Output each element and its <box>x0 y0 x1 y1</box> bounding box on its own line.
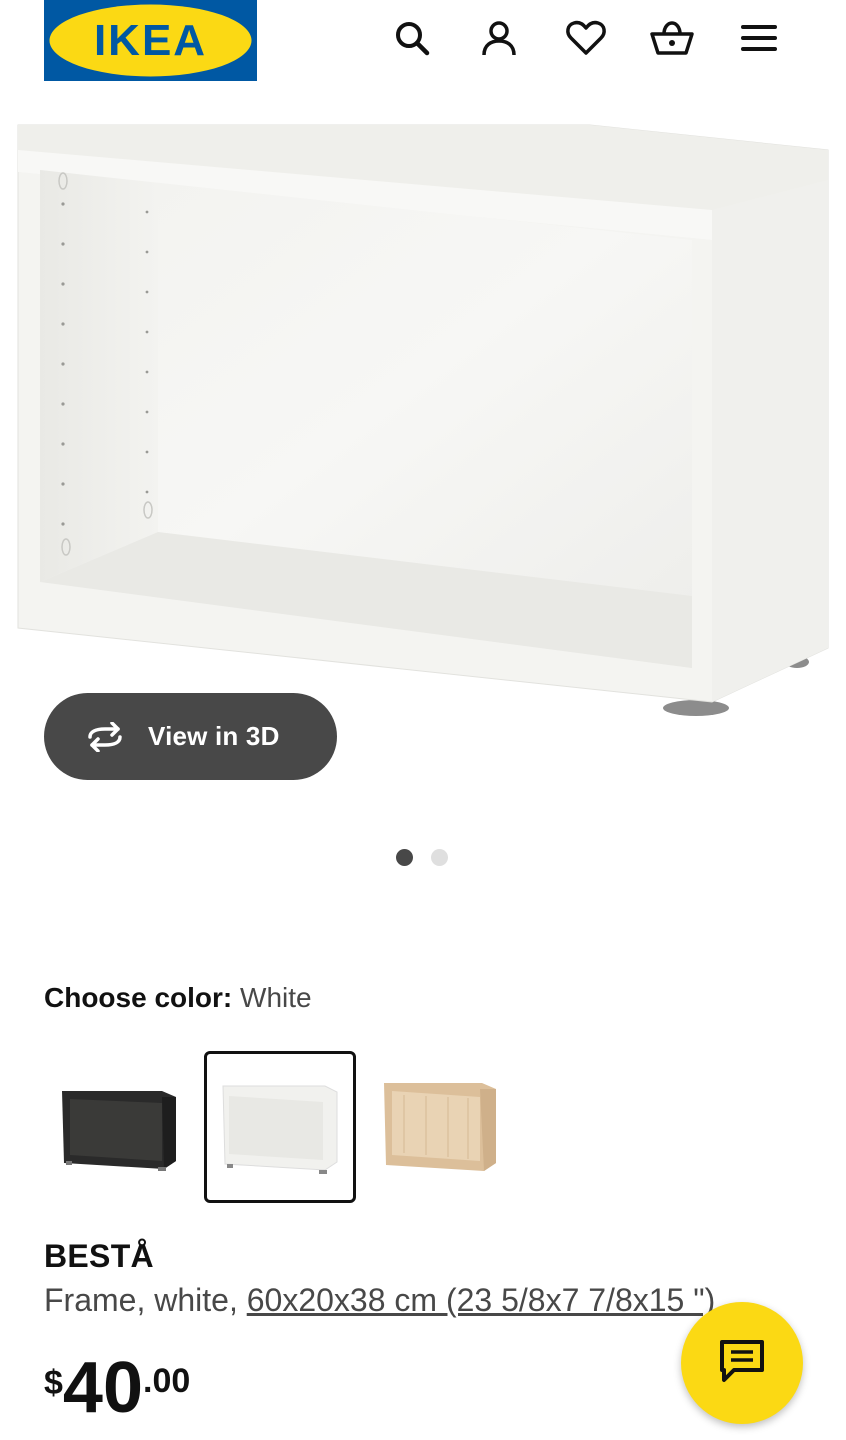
carousel-indicator <box>396 849 448 866</box>
choose-color-label: Choose color: <box>44 982 233 1013</box>
price-integer: 40 <box>62 1348 144 1428</box>
svg-text:IKEA: IKEA <box>94 16 207 65</box>
heart-icon[interactable] <box>562 14 610 62</box>
selected-color-value: White <box>240 982 312 1013</box>
product-dimensions-link[interactable]: 60x20x38 cm (23 5/8x7 7/8x15 ") <box>247 1282 716 1318</box>
menu-icon[interactable] <box>735 14 783 62</box>
chat-icon <box>718 1338 766 1389</box>
search-icon[interactable] <box>388 14 436 62</box>
color-option-white[interactable] <box>204 1051 356 1203</box>
product-type: Frame, white, <box>44 1282 247 1318</box>
carousel-dot-2[interactable] <box>431 849 448 866</box>
product-price: $ 40 .00 <box>44 1352 190 1424</box>
color-option-white-stained-oak[interactable] <box>364 1051 516 1203</box>
cart-icon[interactable] <box>648 14 696 62</box>
header: IKEA <box>0 0 846 96</box>
ikea-logo[interactable]: IKEA <box>44 0 257 81</box>
view-in-3d-label: View in 3D <box>148 721 280 751</box>
chat-button[interactable] <box>681 1302 803 1424</box>
price-decimal: .00 <box>143 1362 191 1400</box>
account-icon[interactable] <box>475 14 523 62</box>
product-description: Frame, white, 60x20x38 cm (23 5/8x7 7/8x… <box>44 1282 715 1319</box>
rotate-3d-icon <box>82 721 128 752</box>
color-option-black-brown[interactable] <box>44 1051 196 1203</box>
carousel-dot-1[interactable] <box>396 849 413 866</box>
price-currency: $ <box>44 1364 63 1402</box>
view-in-3d-button[interactable]: View in 3D <box>44 693 337 780</box>
choose-color-heading: Choose color: White <box>44 982 312 1014</box>
product-name: BESTÅ <box>44 1238 154 1274</box>
